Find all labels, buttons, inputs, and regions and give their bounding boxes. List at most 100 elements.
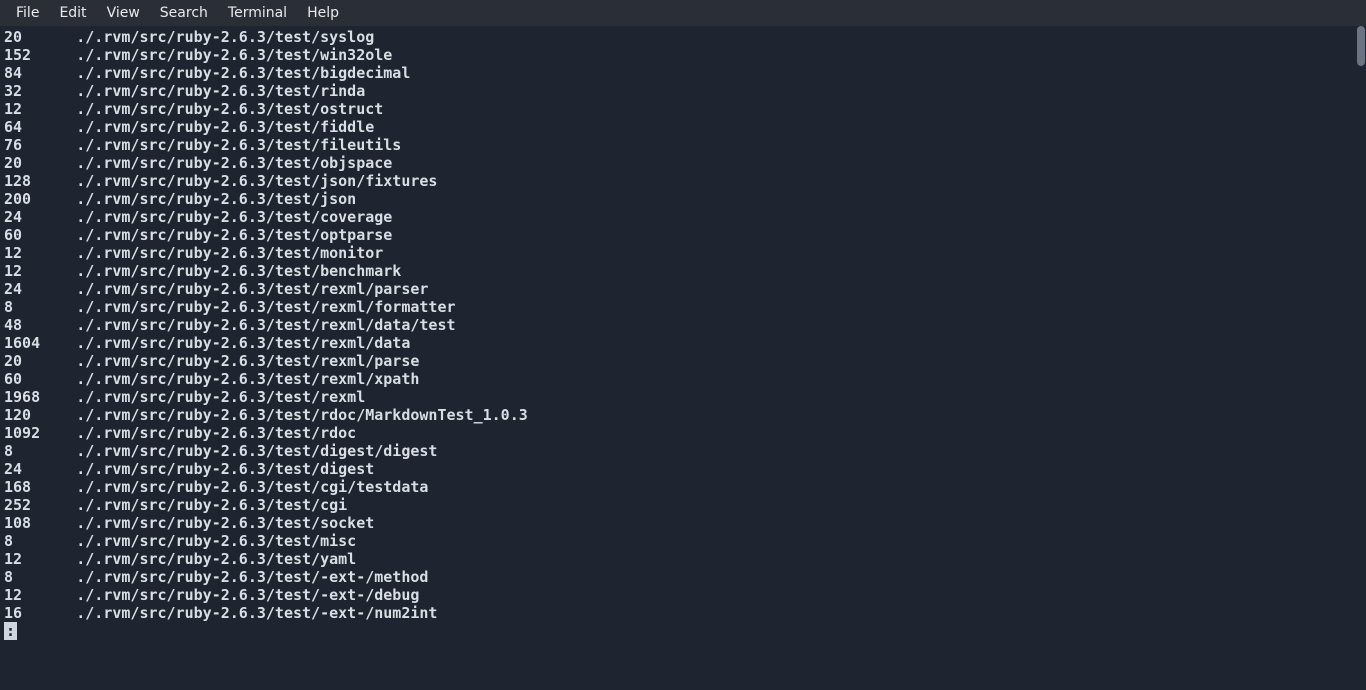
output-line: 8./.rvm/src/ruby-2.6.3/test/misc (4, 532, 1362, 550)
output-line: 48./.rvm/src/ruby-2.6.3/test/rexml/data/… (4, 316, 1362, 334)
output-line: 12./.rvm/src/ruby-2.6.3/test/yaml (4, 550, 1362, 568)
path-value: ./.rvm/src/ruby-2.6.3/test/json/fixtures (76, 172, 437, 190)
output-line: 12./.rvm/src/ruby-2.6.3/test/monitor (4, 244, 1362, 262)
path-value: ./.rvm/src/ruby-2.6.3/test/digest (76, 460, 374, 478)
size-value: 20 (4, 154, 76, 172)
output-line: 1092./.rvm/src/ruby-2.6.3/test/rdoc (4, 424, 1362, 442)
path-value: ./.rvm/src/ruby-2.6.3/test/misc (76, 532, 356, 550)
path-value: ./.rvm/src/ruby-2.6.3/test/-ext-/num2int (76, 604, 437, 622)
path-value: ./.rvm/src/ruby-2.6.3/test/rexml/parser (76, 280, 428, 298)
path-value: ./.rvm/src/ruby-2.6.3/test/json (76, 190, 356, 208)
output-line: 24./.rvm/src/ruby-2.6.3/test/digest (4, 460, 1362, 478)
size-value: 1968 (4, 388, 76, 406)
path-value: ./.rvm/src/ruby-2.6.3/test/rexml/parse (76, 352, 419, 370)
size-value: 120 (4, 406, 76, 424)
output-line: 1604./.rvm/src/ruby-2.6.3/test/rexml/dat… (4, 334, 1362, 352)
path-value: ./.rvm/src/ruby-2.6.3/test/rexml/data/te… (76, 316, 455, 334)
path-value: ./.rvm/src/ruby-2.6.3/test/cgi/testdata (76, 478, 428, 496)
size-value: 152 (4, 46, 76, 64)
pager-prompt-line[interactable]: : (4, 622, 1362, 640)
size-value: 8 (4, 298, 76, 316)
output-line: 84./.rvm/src/ruby-2.6.3/test/bigdecimal (4, 64, 1362, 82)
size-value: 1092 (4, 424, 76, 442)
output-line: 64./.rvm/src/ruby-2.6.3/test/fiddle (4, 118, 1362, 136)
output-line: 32./.rvm/src/ruby-2.6.3/test/rinda (4, 82, 1362, 100)
size-value: 16 (4, 604, 76, 622)
output-line: 12./.rvm/src/ruby-2.6.3/test/benchmark (4, 262, 1362, 280)
output-line: 200./.rvm/src/ruby-2.6.3/test/json (4, 190, 1362, 208)
output-line: 8./.rvm/src/ruby-2.6.3/test/-ext-/method (4, 568, 1362, 586)
path-value: ./.rvm/src/ruby-2.6.3/test/rexml/xpath (76, 370, 419, 388)
terminal-output: 20./.rvm/src/ruby-2.6.3/test/syslog152./… (0, 26, 1366, 640)
output-line: 60./.rvm/src/ruby-2.6.3/test/rexml/xpath (4, 370, 1362, 388)
size-value: 1604 (4, 334, 76, 352)
output-line: 60./.rvm/src/ruby-2.6.3/test/optparse (4, 226, 1362, 244)
path-value: ./.rvm/src/ruby-2.6.3/test/cgi (76, 496, 347, 514)
size-value: 12 (4, 586, 76, 604)
path-value: ./.rvm/src/ruby-2.6.3/test/fileutils (76, 136, 401, 154)
menubar: FileEditViewSearchTerminalHelp (0, 0, 1366, 26)
path-value: ./.rvm/src/ruby-2.6.3/test/rinda (76, 82, 365, 100)
menu-view[interactable]: View (97, 2, 150, 24)
output-line: 12./.rvm/src/ruby-2.6.3/test/ostruct (4, 100, 1362, 118)
terminal-area[interactable]: 20./.rvm/src/ruby-2.6.3/test/syslog152./… (0, 26, 1366, 690)
menu-help[interactable]: Help (297, 2, 349, 24)
size-value: 24 (4, 460, 76, 478)
size-value: 12 (4, 100, 76, 118)
path-value: ./.rvm/src/ruby-2.6.3/test/rexml/data (76, 334, 410, 352)
output-line: 8./.rvm/src/ruby-2.6.3/test/digest/diges… (4, 442, 1362, 460)
size-value: 76 (4, 136, 76, 154)
path-value: ./.rvm/src/ruby-2.6.3/test/bigdecimal (76, 64, 410, 82)
path-value: ./.rvm/src/ruby-2.6.3/test/ostruct (76, 100, 383, 118)
path-value: ./.rvm/src/ruby-2.6.3/test/rdoc (76, 424, 356, 442)
path-value: ./.rvm/src/ruby-2.6.3/test/fiddle (76, 118, 374, 136)
size-value: 128 (4, 172, 76, 190)
size-value: 24 (4, 208, 76, 226)
output-line: 76./.rvm/src/ruby-2.6.3/test/fileutils (4, 136, 1362, 154)
path-value: ./.rvm/src/ruby-2.6.3/test/benchmark (76, 262, 401, 280)
size-value: 108 (4, 514, 76, 532)
size-value: 8 (4, 442, 76, 460)
scrollbar-track[interactable] (1356, 26, 1366, 690)
output-line: 1968./.rvm/src/ruby-2.6.3/test/rexml (4, 388, 1362, 406)
path-value: ./.rvm/src/ruby-2.6.3/test/rdoc/Markdown… (76, 406, 528, 424)
scrollbar-thumb[interactable] (1357, 26, 1365, 66)
size-value: 12 (4, 550, 76, 568)
path-value: ./.rvm/src/ruby-2.6.3/test/socket (76, 514, 374, 532)
menu-file[interactable]: File (6, 2, 49, 24)
output-line: 20./.rvm/src/ruby-2.6.3/test/objspace (4, 154, 1362, 172)
output-line: 152./.rvm/src/ruby-2.6.3/test/win32ole (4, 46, 1362, 64)
size-value: 60 (4, 370, 76, 388)
path-value: ./.rvm/src/ruby-2.6.3/test/-ext-/debug (76, 586, 419, 604)
output-line: 20./.rvm/src/ruby-2.6.3/test/rexml/parse (4, 352, 1362, 370)
size-value: 64 (4, 118, 76, 136)
size-value: 20 (4, 352, 76, 370)
path-value: ./.rvm/src/ruby-2.6.3/test/-ext-/method (76, 568, 428, 586)
output-line: 24./.rvm/src/ruby-2.6.3/test/coverage (4, 208, 1362, 226)
menu-terminal[interactable]: Terminal (218, 2, 297, 24)
size-value: 8 (4, 532, 76, 550)
path-value: ./.rvm/src/ruby-2.6.3/test/win32ole (76, 46, 392, 64)
output-line: 8./.rvm/src/ruby-2.6.3/test/rexml/format… (4, 298, 1362, 316)
output-line: 120./.rvm/src/ruby-2.6.3/test/rdoc/Markd… (4, 406, 1362, 424)
menu-edit[interactable]: Edit (49, 2, 96, 24)
size-value: 84 (4, 64, 76, 82)
size-value: 12 (4, 262, 76, 280)
output-line: 108./.rvm/src/ruby-2.6.3/test/socket (4, 514, 1362, 532)
size-value: 200 (4, 190, 76, 208)
output-line: 12./.rvm/src/ruby-2.6.3/test/-ext-/debug (4, 586, 1362, 604)
output-line: 24./.rvm/src/ruby-2.6.3/test/rexml/parse… (4, 280, 1362, 298)
path-value: ./.rvm/src/ruby-2.6.3/test/rexml/formatt… (76, 298, 455, 316)
path-value: ./.rvm/src/ruby-2.6.3/test/rexml (76, 388, 365, 406)
output-line: 168./.rvm/src/ruby-2.6.3/test/cgi/testda… (4, 478, 1362, 496)
menu-search[interactable]: Search (150, 2, 218, 24)
size-value: 48 (4, 316, 76, 334)
size-value: 24 (4, 280, 76, 298)
size-value: 12 (4, 244, 76, 262)
pager-prompt[interactable]: : (4, 622, 17, 640)
size-value: 8 (4, 568, 76, 586)
size-value: 60 (4, 226, 76, 244)
path-value: ./.rvm/src/ruby-2.6.3/test/yaml (76, 550, 356, 568)
output-line: 16./.rvm/src/ruby-2.6.3/test/-ext-/num2i… (4, 604, 1362, 622)
path-value: ./.rvm/src/ruby-2.6.3/test/coverage (76, 208, 392, 226)
